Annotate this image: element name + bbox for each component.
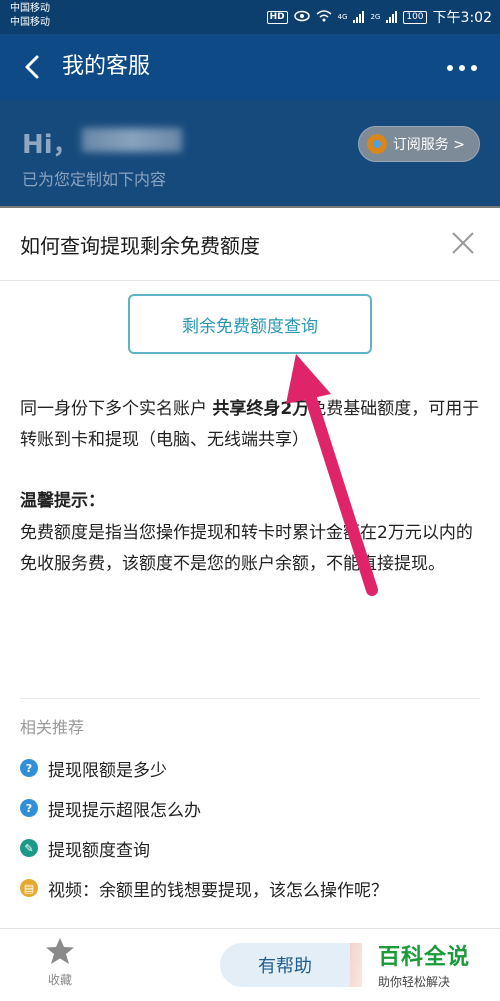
back-button[interactable] <box>18 52 48 82</box>
back-arrow-icon <box>25 55 39 79</box>
clock: 下午3:02 <box>432 10 492 26</box>
signal-icon <box>353 11 365 23</box>
greeting-panel: Hi， 已为您定制如下内容 订阅服务 > <box>0 100 500 208</box>
wrench-icon: ✎ <box>20 839 38 857</box>
recommendations-list: ? 提现限额是多少 ? 提现提示超限怎么办 ✎ 提现额度查询 ▤ 视频：余额里的… <box>20 748 490 908</box>
more-dots-icon <box>447 65 477 71</box>
carrier-label: 中国移动 <box>10 3 50 14</box>
greeting-hi: Hi， <box>22 130 79 160</box>
quota-description: 同一身份下多个实名账户 共享终身2万免费基础额度，可用于转账到卡和提现（电脑、无… <box>20 394 482 456</box>
list-item-label: 视频：余额里的钱想要提现，该怎么操作呢？ <box>48 880 388 901</box>
tip-text: 免费额度是指当您操作提现和转卡时累计金额在2万元以内的免收服务费，该额度不是您的… <box>20 523 473 574</box>
watermark-subtitle: 助你轻松解决 <box>378 975 451 989</box>
divider <box>0 280 500 281</box>
list-item-label: 提现提示超限怎么办 <box>48 800 201 821</box>
list-item-label: 提现额度查询 <box>48 840 150 861</box>
watermark-title: 百科全说 <box>378 945 471 970</box>
helpful-button[interactable]: 有帮助 <box>220 943 350 987</box>
video-icon: ▤ <box>20 879 38 897</box>
nav-bar: 我的客服 <box>0 34 500 100</box>
page-title: 我的客服 <box>62 54 151 79</box>
wifi-icon <box>316 9 332 25</box>
carrier-label: 中国移动 <box>10 17 50 28</box>
list-item[interactable]: ? 提现提示超限怎么办 <box>20 788 490 828</box>
close-button[interactable] <box>450 230 476 256</box>
card-title: 如何查询提现剩余免费额度 <box>20 234 260 258</box>
subscribe-icon <box>366 134 387 154</box>
remaining-quota-query-button[interactable]: 剩余免费额度查询 <box>128 294 372 354</box>
eye-icon <box>293 10 310 25</box>
tip-heading: 温馨提示： <box>20 491 105 511</box>
signal-type: 4G <box>337 13 348 21</box>
signal-type: 2G <box>370 13 381 21</box>
favorite-label: 收藏 <box>47 973 72 987</box>
hd-badge: HD <box>266 10 288 24</box>
list-item[interactable]: ▤ 视频：余额里的钱想要提现，该怎么操作呢？ <box>20 868 490 908</box>
quota-highlight: 共享终身2万 <box>212 399 310 419</box>
watermark-logo: 百科全说 助你轻松解决 <box>378 939 470 990</box>
more-button[interactable] <box>444 52 480 82</box>
blurred-username <box>82 128 182 152</box>
divider <box>20 698 480 699</box>
status-bar: 中国移动 中国移动 HD 4G 2G 100 下午3:02 <box>0 0 500 34</box>
list-item[interactable]: ? 提现限额是多少 <box>20 748 490 788</box>
star-icon <box>46 938 74 964</box>
helpful-divider <box>350 943 362 987</box>
list-item-label: 提现限额是多少 <box>48 760 167 781</box>
question-icon: ? <box>20 759 38 777</box>
bottom-bar: 收藏 有帮助 百科全说 助你轻松解决 <box>0 928 500 1001</box>
battery-icon: 100 <box>403 10 427 24</box>
status-indicators: HD 4G 2G 100 下午3:02 <box>266 7 492 27</box>
answer-card: 如何查询提现剩余免费额度 剩余免费额度查询 同一身份下多个实名账户 共享终身2万… <box>0 208 500 1000</box>
list-item[interactable]: ✎ 提现额度查询 <box>20 828 490 868</box>
quota-text: 同一身份下多个实名账户 <box>20 399 213 419</box>
close-icon <box>452 232 474 254</box>
favorite-button[interactable]: 收藏 <box>38 937 82 988</box>
recommendations-title: 相关推荐 <box>20 718 85 737</box>
question-icon: ? <box>20 799 38 817</box>
greeting-subtitle: 已为您定制如下内容 <box>22 170 167 189</box>
subscribe-label: 订阅服务 > <box>392 137 465 153</box>
subscribe-button[interactable]: 订阅服务 > <box>357 126 480 162</box>
signal-icon <box>386 11 398 23</box>
